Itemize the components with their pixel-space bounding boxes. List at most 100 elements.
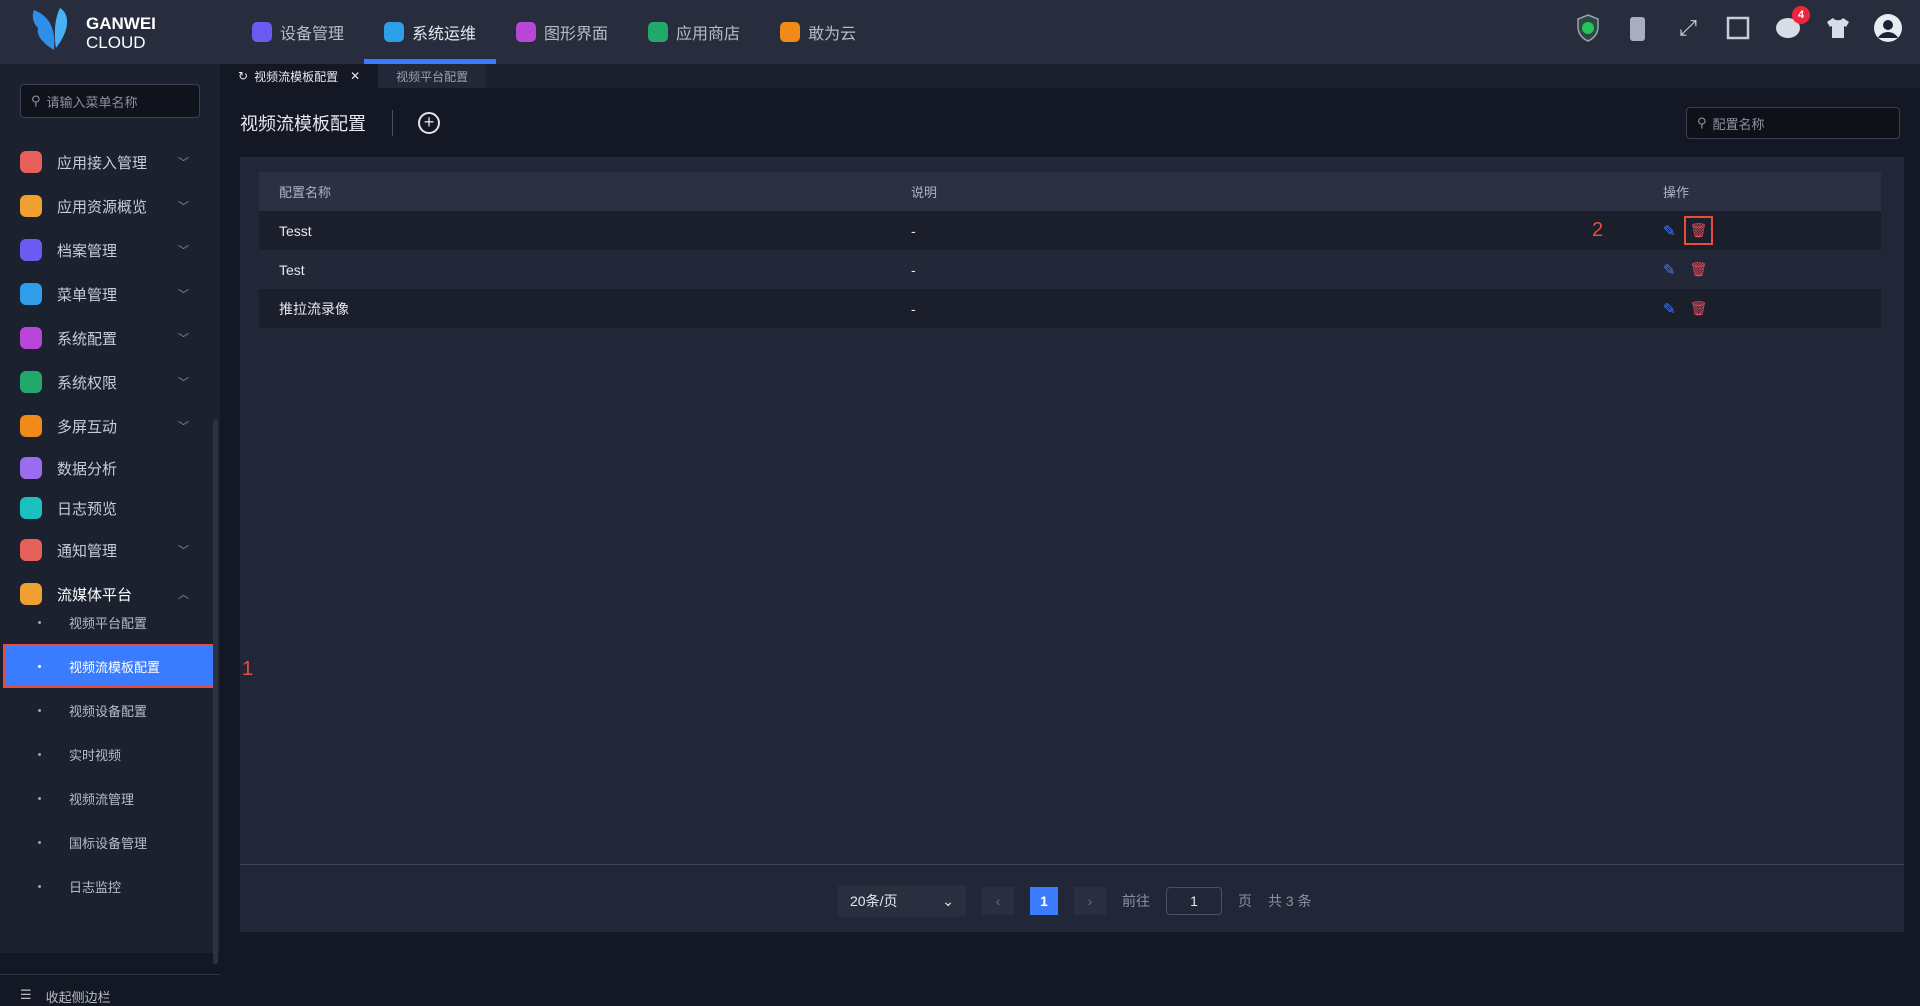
nav-device-management[interactable]: 设备管理 (232, 0, 364, 64)
nav-label: 设备管理 (280, 26, 345, 43)
wrench-icon (384, 22, 405, 42)
sidebar-item[interactable]: 通知管理 ﹀ (20, 535, 195, 565)
menu-icon (20, 371, 42, 393)
edit-icon[interactable]: ✎ (1663, 261, 1676, 279)
refresh-icon[interactable]: ↻ (238, 69, 248, 83)
collapse-sidebar-button[interactable]: ☰ 收起侧边栏 (0, 974, 220, 1006)
tab-video-platform-config[interactable]: 视频平台配置 (378, 64, 487, 88)
actions-cell: ✎ 🗑︎ (1643, 289, 1881, 328)
cloud-icon (780, 22, 801, 42)
logo-subtext: CLOUD (86, 33, 146, 52)
bullet-icon (38, 664, 41, 668)
footer-divider (240, 864, 1904, 865)
config-name-cell: Tesst (259, 211, 891, 250)
column-header-description: 说明 (891, 172, 1643, 211)
sidebar-subitem[interactable]: 视频流管理 (0, 778, 216, 818)
page-size-select[interactable]: 20条/页 ⌄ (838, 885, 966, 917)
theme-shirt-icon[interactable] (1824, 14, 1852, 42)
chevron-down-icon: ⌄ (942, 892, 954, 909)
collapse-icon: ☰ (20, 987, 32, 1002)
bullet-icon (38, 884, 41, 888)
nav-label: 敢为云 (808, 26, 857, 43)
search-placeholder: 配置名称 (1712, 116, 1765, 132)
sidebar-item[interactable]: 应用资源概览 ﹀ (20, 191, 195, 221)
sidebar-scrollbar[interactable] (213, 419, 218, 964)
bullet-icon (38, 840, 41, 844)
fullscreen-icon[interactable]: ⤢ (1674, 14, 1702, 42)
sidebar-subitem[interactable]: 日志监控 (0, 866, 216, 906)
search-icon: ⚲ (1697, 115, 1707, 130)
goto-page-input[interactable]: 1 (1166, 887, 1222, 915)
total-count: 共 3 条 (1268, 893, 1312, 909)
tab-label: 视频平台配置 (396, 69, 469, 84)
message-icon[interactable]: 4 (1774, 6, 1810, 42)
description-cell: - (891, 250, 1643, 289)
sidebar-subitem[interactable]: 视频设备配置 (0, 690, 216, 730)
sidebar-item[interactable]: 系统权限 ﹀ (20, 367, 195, 397)
sidebar-subitem[interactable]: 视频流模板配置 (3, 644, 217, 688)
edit-icon[interactable]: ✎ (1663, 222, 1676, 240)
sidebar-subitem-label: 国标设备管理 (69, 835, 148, 851)
annotation-label: 1 (242, 658, 254, 680)
menu-icon (20, 283, 42, 305)
chevron-down-icon: ﹀ (178, 289, 189, 301)
sidebar-item[interactable]: 档案管理 ﹀ (20, 235, 195, 265)
user-avatar[interactable] (1874, 14, 1902, 42)
edit-icon[interactable]: ✎ (1663, 300, 1676, 318)
next-page-button[interactable]: › (1074, 887, 1106, 915)
sidebar-item[interactable]: 应用接入管理 ﹀ (20, 147, 195, 177)
delete-icon[interactable]: 🗑︎ (1683, 216, 1714, 245)
menu-search-input[interactable]: ⚲ 请输入菜单名称 (20, 84, 200, 118)
sidebar-item[interactable]: 日志预览 (20, 493, 195, 523)
add-button[interactable]: + (418, 112, 440, 134)
sidebar-subitem[interactable]: 视频平台配置 (0, 602, 216, 642)
nav-app-store[interactable]: 应用商店 (628, 0, 760, 64)
nav-system-ops[interactable]: 系统运维 (364, 0, 497, 64)
sidebar-item-label: 通知管理 (57, 542, 118, 560)
config-name-search-input[interactable]: ⚲ 配置名称 (1686, 107, 1900, 139)
mobile-icon[interactable] (1624, 14, 1652, 42)
nav-label: 应用商店 (676, 26, 741, 43)
notification-badge: 4 (1792, 6, 1810, 24)
table-row: Tesst - ✎ 🗑︎ (259, 211, 1881, 250)
menu-icon (20, 239, 42, 261)
sidebar-item[interactable]: 菜单管理 ﹀ (20, 279, 195, 309)
delete-icon[interactable]: 🗑︎ (1690, 261, 1708, 278)
content-panel: 配置名称 说明 操作 Tesst - ✎ 🗑︎ Test - ✎ 🗑︎ 推拉流录像 - ✎ 🗑︎ 2 … (240, 157, 1904, 932)
sidebar-subitem-label: 视频流管理 (69, 791, 135, 807)
chevron-down-icon: ﹀ (178, 377, 189, 389)
logo: GANWEI CLOUD (30, 6, 156, 60)
sidebar-subitem[interactable]: 实时视频 (0, 734, 216, 774)
chevron-down-icon: ﹀ (178, 245, 189, 257)
nav-ganwei-cloud[interactable]: 敢为云 (760, 0, 876, 64)
menu-icon (20, 457, 42, 479)
sidebar-subitem-label: 视频设备配置 (69, 703, 148, 719)
actions-cell: ✎ 🗑︎ (1643, 250, 1881, 289)
search-icon: ⚲ (31, 93, 41, 108)
sidebar-item[interactable]: 数据分析 (20, 453, 195, 483)
page-tabs: ↻ 视频流模板配置 ✕ 视频平台配置 (220, 64, 1920, 88)
description-cell: - (891, 211, 1643, 250)
actions-cell: ✎ 🗑︎ (1643, 211, 1881, 250)
close-icon[interactable]: ✕ (350, 69, 360, 83)
sidebar-item-label: 应用资源概览 (57, 198, 148, 216)
screen-frame-icon[interactable] (1724, 14, 1752, 42)
sidebar-item-label: 档案管理 (57, 242, 118, 260)
page-unit-label: 页 (1238, 893, 1252, 909)
sidebar-subitem[interactable]: 国标设备管理 (0, 822, 216, 862)
annotation-label: 2 (1592, 219, 1604, 241)
butterfly-logo-icon (32, 8, 68, 50)
shield-icon[interactable] (1574, 14, 1602, 42)
tab-video-stream-template[interactable]: ↻ 视频流模板配置 ✕ (220, 64, 379, 88)
nav-graphic-ui[interactable]: 图形界面 (496, 0, 628, 64)
sidebar-item[interactable]: 多屏互动 ﹀ (20, 411, 195, 441)
page-number-button[interactable]: 1 (1030, 887, 1058, 915)
chevron-down-icon: ﹀ (178, 545, 189, 557)
sidebar-item[interactable]: 系统配置 ﹀ (20, 323, 195, 353)
menu-icon (20, 327, 42, 349)
top-nav: 设备管理 系统运维 图形界面 应用商店 敢为云 (232, 0, 876, 64)
sidebar-subitem-label: 视频平台配置 (69, 615, 148, 631)
delete-icon[interactable]: 🗑︎ (1690, 300, 1708, 317)
prev-page-button[interactable]: ‹ (982, 887, 1014, 915)
top-bar: GANWEI CLOUD 设备管理 系统运维 图形界面 应用商店 敢为云 ⤢ 4 (0, 0, 1920, 64)
